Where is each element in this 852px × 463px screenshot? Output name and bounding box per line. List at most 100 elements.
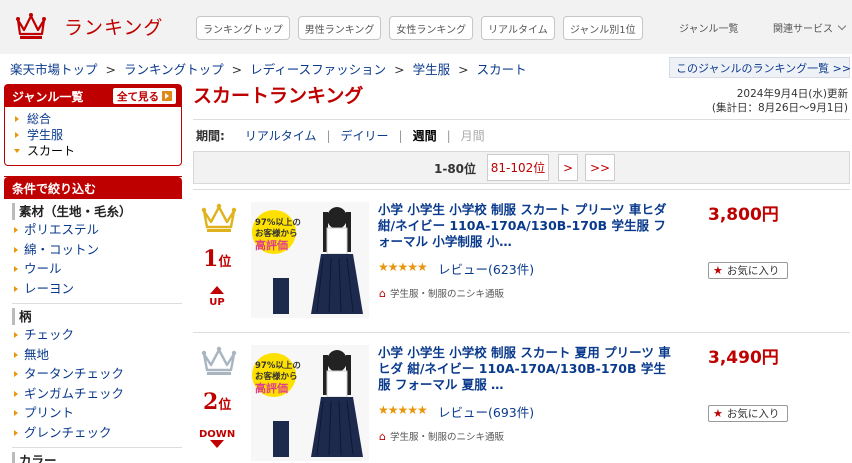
filter-material-cotton[interactable]: 綿・コットン <box>4 240 182 260</box>
breadcrumb-item[interactable]: ランキングトップ <box>124 62 224 77</box>
pagination-next-button[interactable]: > <box>558 154 578 181</box>
badge-highlight: 高評価 <box>255 382 288 395</box>
genre-item-all[interactable]: 総合 <box>5 111 181 127</box>
breadcrumb-sep: > <box>105 62 116 77</box>
price: 3,490円 <box>708 348 779 368</box>
nav-genre-first[interactable]: ジャンル別1位 <box>562 16 643 40</box>
crown-logo-icon[interactable] <box>16 12 46 40</box>
breadcrumb-item[interactable]: レディースファッション <box>250 62 386 77</box>
period-weekly: 週間 <box>412 129 437 143</box>
star-icon: ★ <box>713 407 723 420</box>
breadcrumb-sep: > <box>458 62 469 77</box>
breadcrumb-sep: > <box>394 62 405 77</box>
page-title: スカートランキング <box>193 85 364 107</box>
shop-name: 学生服・制服のニシキ通販 <box>389 432 504 443</box>
breadcrumb-sep: > <box>231 62 243 77</box>
shop-link[interactable]: ⌂ 学生服・制服のニシキ通販 <box>379 286 504 301</box>
pagination-last-button[interactable]: >> <box>585 154 615 181</box>
filter-section-color: カラー <box>12 452 182 463</box>
arrow-right-icon <box>162 91 172 101</box>
nav-male-ranking[interactable]: 男性ランキング <box>297 16 382 40</box>
badge-highlight: 高評価 <box>255 239 288 252</box>
rank-number: 1位 <box>203 246 231 272</box>
filter-pattern-check[interactable]: チェック <box>4 325 182 345</box>
star-icon: ★ <box>713 264 723 277</box>
genre-list-link[interactable]: ジャンル一覧 <box>679 20 739 35</box>
shop-icon: ⌂ <box>379 286 386 300</box>
filter-pattern-glen[interactable]: グレンチェック <box>4 423 182 443</box>
rank-movement-up: UP <box>199 286 235 308</box>
filter-section-material: 素材（生地・毛糸） <box>12 203 182 220</box>
header: ランキング ランキングトップ 男性ランキング 女性ランキング リアルタイム ジャ… <box>0 0 852 54</box>
rank-movement-label: UP <box>209 297 225 308</box>
period-sep: | <box>326 128 331 143</box>
review-link[interactable]: レビュー(623件) <box>438 259 534 278</box>
shop-name: 学生服・制服のニシキ通販 <box>389 289 504 300</box>
shop-link[interactable]: ⌂ 学生服・制服のニシキ通販 <box>379 429 504 444</box>
period-daily[interactable]: デイリー <box>341 127 389 144</box>
filter-material-wool[interactable]: ウール <box>4 259 182 279</box>
pagination-current: 1-80位 <box>434 162 477 176</box>
thumbnail-badge: 97%以上の お客様から 高評価 <box>255 218 301 251</box>
rank-suffix: 位 <box>218 398 232 413</box>
period-sep: | <box>398 128 403 143</box>
divider <box>12 303 182 304</box>
logo-text[interactable]: ランキング <box>64 13 163 40</box>
arrow-up-icon <box>210 286 224 294</box>
rank-movement-down: DOWN <box>199 429 235 451</box>
see-all-button[interactable]: 全て見る <box>113 88 176 104</box>
badge-line: 97%以上の <box>255 218 301 228</box>
nav-ranking-top[interactable]: ランキングトップ <box>196 16 290 40</box>
update-date: 2024年9月4日(水)更新 <box>736 88 848 100</box>
product-thumbnail[interactable]: 97%以上の お客様から 高評価 <box>251 345 369 461</box>
review-link[interactable]: レビュー(693件) <box>438 402 534 421</box>
related-services-menu[interactable]: 関連サービス <box>773 20 847 35</box>
filter-panel-title: 条件で絞り込む <box>4 177 182 199</box>
breadcrumb-item[interactable]: スカート <box>477 62 527 77</box>
genre-item-skirt: スカート <box>5 143 181 159</box>
product-name-link[interactable]: 小学 小学生 小学校 制服 スカート プリーツ 車ヒダ 紺/ネイビー 110A-… <box>378 202 676 250</box>
filter-pattern-print[interactable]: プリント <box>4 403 182 423</box>
header-nav: ランキングトップ 男性ランキング 女性ランキング リアルタイム ジャンル別1位 <box>196 16 651 40</box>
shop-icon: ⌂ <box>379 429 386 443</box>
breadcrumb-item[interactable]: 学生服 <box>413 62 451 77</box>
product-name-link[interactable]: 小学 小学生 小学校 制服 スカート 夏用 プリーツ 車ヒダ 紺/ネイビー 11… <box>378 345 676 393</box>
period-sep: | <box>446 128 451 143</box>
filter-material-polyester[interactable]: ポリエステル <box>4 220 182 240</box>
chevron-down-icon <box>837 21 847 31</box>
breadcrumb-item[interactable]: 楽天市場トップ <box>10 62 98 77</box>
genre-item-school-uniform[interactable]: 学生服 <box>5 127 181 143</box>
arrow-down-icon <box>210 440 224 448</box>
favorite-button[interactable]: ★ お気に入り <box>708 405 788 422</box>
genre-ranking-list-link[interactable]: このジャンルのランキング一覧 >> <box>669 57 851 78</box>
rating-stars: ★★★★★ <box>378 260 428 274</box>
genre-panel-title: ジャンル一覧 <box>12 89 84 104</box>
filter-material-rayon[interactable]: レーヨン <box>4 279 182 299</box>
rating-stars: ★★★★★ <box>378 403 428 417</box>
silver-crown-icon <box>201 346 237 375</box>
period-realtime[interactable]: リアルタイム <box>245 127 317 144</box>
badge-line: 97%以上の <box>255 361 301 371</box>
favorite-label: お気に入り <box>726 408 780 420</box>
ranking-item: 2位 DOWN 97%以上の お客様から 高評価 小学 小学生 小学校 制服 ス… <box>193 332 850 463</box>
filter-pattern-plain[interactable]: 無地 <box>4 345 182 365</box>
ranking-item: 1位 UP 97%以上の お客様から 高評価 小学 小学生 小学校 制服 スカー… <box>193 189 850 331</box>
period-label: 期間: <box>196 129 225 143</box>
related-services-label: 関連サービス <box>773 24 833 35</box>
pagination-next-range[interactable]: 81-102位 <box>487 154 549 181</box>
nav-female-ranking[interactable]: 女性ランキング <box>389 16 474 40</box>
update-info: 2024年9月4日(水)更新 (集計日：8月26日〜9月1日) <box>712 87 848 115</box>
period-monthly: 月間 <box>460 129 485 143</box>
pagination: 1-80位 81-102位 > >> <box>193 151 850 184</box>
favorite-button[interactable]: ★ お気に入り <box>708 262 788 279</box>
aggregation-period: (集計日：8月26日〜9月1日) <box>711 102 848 114</box>
rank-number: 2位 <box>203 389 231 415</box>
filter-pattern-gingham[interactable]: ギンガムチェック <box>4 384 182 404</box>
filter-section-pattern: 柄 <box>12 308 182 325</box>
product-thumbnail[interactable]: 97%以上の お客様から 高評価 <box>251 202 369 318</box>
price: 3,800円 <box>708 205 779 225</box>
nav-realtime[interactable]: リアルタイム <box>481 16 555 40</box>
filter-pattern-tartan[interactable]: タータンチェック <box>4 364 182 384</box>
rank-value: 1 <box>203 246 219 272</box>
genre-panel-header: ジャンル一覧 全て見る <box>5 85 181 107</box>
